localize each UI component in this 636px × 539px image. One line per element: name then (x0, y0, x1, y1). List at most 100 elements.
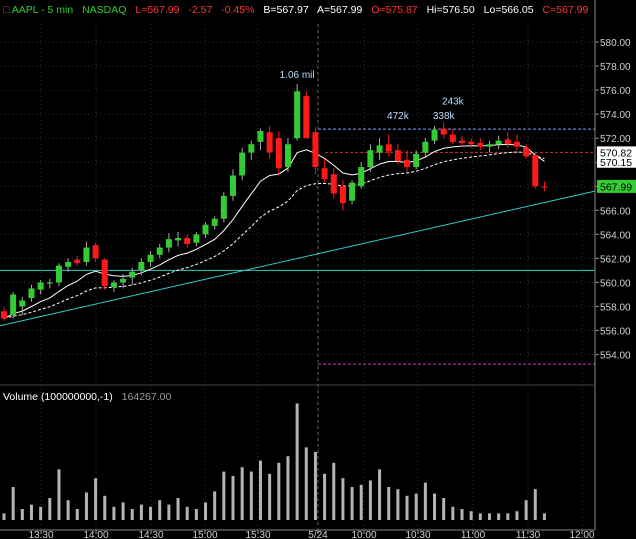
volume-label: Volume (100000000,-1) (3, 391, 113, 403)
candle-53 (486, 140, 493, 153)
volume-bar-25 (231, 476, 235, 520)
candle-59 (541, 181, 548, 192)
candles (1, 84, 548, 321)
time-tick-label-7: 10:30 (405, 530, 430, 539)
candle-body-51 (468, 141, 475, 145)
volume-bar-13 (121, 502, 125, 520)
candle-39 (358, 162, 365, 189)
candle-9 (83, 241, 90, 266)
candle-body-50 (459, 140, 465, 144)
candle-38 (349, 180, 356, 205)
candle-body-6 (55, 265, 62, 283)
candle-body-16 (147, 254, 154, 263)
candle-body-30 (275, 138, 282, 169)
candle-29 (266, 126, 273, 159)
header-high: Hi=576.50 (427, 4, 475, 16)
indicator-lines (0, 128, 596, 365)
candle-34 (312, 127, 319, 175)
candle-body-34 (312, 132, 319, 168)
candle-37 (339, 180, 346, 211)
volume-bar-47 (433, 493, 437, 520)
candle-7 (65, 258, 72, 272)
volume-bar-48 (442, 498, 446, 520)
volume-bar-44 (405, 495, 409, 520)
volume-bar-33 (304, 447, 308, 520)
candle-body-12 (110, 282, 117, 288)
volume-bar-50 (460, 509, 464, 520)
volume-bar-55 (506, 513, 510, 520)
candle-8 (74, 255, 81, 266)
header-marker: □ (3, 4, 12, 16)
candle-32 (294, 84, 301, 141)
candle-1 (10, 292, 17, 319)
time-tick-label-10: 12:00 (569, 530, 594, 539)
price-tick-label-4: 562.00 (600, 254, 631, 265)
candle-body-35 (321, 168, 328, 180)
candle-49 (449, 128, 456, 145)
candle-body-49 (449, 134, 456, 142)
candle-42 (385, 134, 392, 157)
volume-bar-18 (167, 504, 171, 520)
badge-white-level: 570.15 (597, 156, 636, 169)
candle-body-46 (422, 141, 429, 153)
candle-body-15 (138, 262, 145, 271)
candle-12 (110, 280, 117, 293)
price-tick-label-12: 578.00 (600, 62, 631, 73)
volume-bar-15 (139, 504, 143, 520)
candle-body-48 (440, 128, 447, 135)
candle-5 (46, 278, 53, 289)
volume-bar-17 (158, 500, 162, 520)
volume-bar-23 (213, 491, 217, 520)
volume-bar-37 (341, 478, 345, 520)
candle-10 (92, 242, 99, 263)
candle-body-36 (330, 174, 337, 194)
candle-50 (459, 135, 465, 147)
volume-title: Volume (100000000,-1) 164267.00 (3, 391, 171, 403)
candle-25 (230, 169, 236, 201)
volume-bar-20 (185, 506, 189, 520)
candle-0 (1, 307, 7, 321)
volume-bar-38 (350, 487, 354, 520)
time-tick-label-0: 13:30 (28, 530, 53, 539)
time-tick-label-6: 10:00 (351, 530, 376, 539)
volume-bar-14 (130, 509, 134, 520)
candle-30 (275, 130, 282, 175)
volume-bar-22 (204, 502, 208, 520)
volume-bar-26 (240, 467, 244, 520)
candle-body-52 (477, 143, 484, 147)
candle-body-37 (339, 186, 346, 204)
volume-bar-53 (487, 513, 491, 520)
volume-bar-11 (103, 495, 107, 520)
candle-body-18 (165, 239, 172, 248)
candle-body-0 (1, 311, 7, 319)
candle-body-54 (495, 140, 502, 145)
candle-body-2 (19, 300, 26, 307)
candle-body-20 (184, 237, 191, 244)
time-tick-label-3: 15:00 (192, 530, 217, 539)
volume-bar-35 (323, 473, 327, 520)
candle-body-47 (431, 129, 438, 141)
candle-56 (513, 134, 520, 151)
svg-text:570.15: 570.15 (600, 157, 632, 169)
candle-body-7 (65, 262, 72, 267)
candle-body-25 (230, 175, 236, 196)
price-tick-label-10: 574.00 (600, 110, 631, 121)
volume-bar-42 (387, 487, 391, 520)
volume-bar-8 (75, 509, 79, 520)
candle-18 (165, 233, 172, 253)
candle-23 (211, 216, 218, 230)
candle-20 (184, 234, 191, 248)
volume-bar-27 (249, 471, 253, 520)
price-tick-label-11: 576.00 (600, 86, 631, 97)
time-tick-label-5: 5/24 (308, 530, 328, 539)
volume-bar-43 (396, 489, 400, 520)
volume-bar-21 (194, 509, 198, 520)
candle-45 (413, 150, 420, 170)
volume-bar-58 (533, 489, 537, 520)
volume-bar-24 (222, 471, 226, 520)
header-close: C=567.99 (543, 4, 589, 16)
candle-body-56 (513, 141, 520, 147)
volume-bar-51 (469, 511, 473, 520)
candle-body-32 (294, 91, 301, 139)
candle-body-41 (376, 145, 383, 153)
